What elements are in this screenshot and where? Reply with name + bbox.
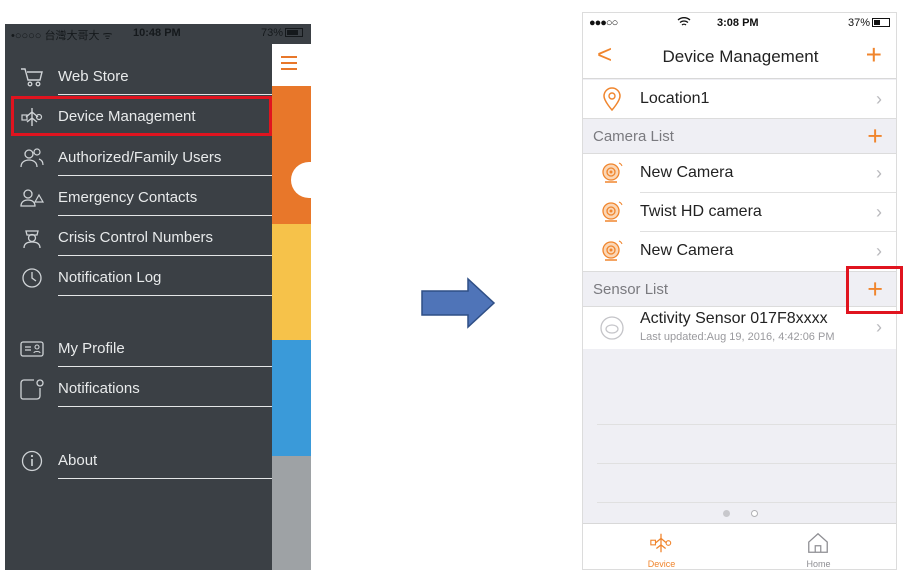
menu-item-emergency-contacts[interactable]: Emergency Contacts bbox=[5, 180, 272, 216]
profile-card-icon bbox=[20, 341, 44, 357]
menu-label: Web Store bbox=[58, 68, 129, 85]
side-menu-screen: •○○○○ 台灣大哥大 ᯤ 10:48 PM 73% Web Store Dev… bbox=[5, 24, 311, 570]
menu-item-notifications[interactable]: Notifications bbox=[5, 371, 272, 407]
sensor-last-updated: Last updated:Aug 19, 2016, 4:42:06 PM bbox=[640, 331, 835, 343]
location-pin-icon bbox=[603, 87, 621, 112]
menu-item-about[interactable]: About bbox=[5, 443, 272, 479]
battery-indicator: 37% bbox=[848, 17, 890, 29]
menu-label: Notifications bbox=[58, 380, 140, 397]
main-view-blue-tile bbox=[272, 340, 311, 456]
camera-row[interactable]: Twist HD camera › bbox=[583, 193, 896, 232]
activity-sensor-icon bbox=[600, 316, 624, 340]
officer-icon bbox=[23, 230, 41, 249]
add-location-button[interactable]: + bbox=[866, 39, 882, 71]
divider bbox=[58, 94, 272, 95]
users-icon bbox=[20, 148, 44, 168]
main-view-yellow-tile bbox=[272, 224, 311, 340]
section-title: Sensor List bbox=[593, 281, 669, 298]
divider bbox=[58, 255, 272, 256]
wifi-icon bbox=[677, 17, 691, 26]
right-arrow-icon bbox=[421, 277, 496, 329]
divider bbox=[58, 366, 272, 367]
divider bbox=[58, 406, 272, 407]
camera-list-header: Camera List + bbox=[583, 118, 896, 154]
menu-item-crisis-control[interactable]: Crisis Control Numbers bbox=[5, 220, 272, 256]
tab-home[interactable]: Home bbox=[740, 524, 896, 569]
page-indicator bbox=[583, 504, 896, 522]
chevron-right-icon: › bbox=[876, 202, 882, 222]
menu-item-authorized-users[interactable]: Authorized/Family Users bbox=[5, 140, 272, 176]
camera-label: Twist HD camera bbox=[640, 203, 762, 220]
menu-label: Authorized/Family Users bbox=[58, 149, 222, 166]
page-title: Device Management bbox=[662, 47, 819, 66]
sensor-label: Activity Sensor 017F8xxxx bbox=[640, 310, 828, 327]
carrier-label: •○○○○ 台灣大哥大 ᯤ bbox=[11, 30, 113, 42]
menu-item-notification-log[interactable]: Notification Log bbox=[5, 260, 272, 296]
menu-item-web-store[interactable]: Web Store bbox=[5, 59, 272, 95]
hamburger-menu-icon[interactable] bbox=[281, 56, 301, 71]
main-view-orange-tile bbox=[272, 86, 311, 224]
menu-label: About bbox=[58, 452, 98, 469]
status-bar: •○○○○ 台灣大哥大 ᯤ 10:48 PM 73% bbox=[5, 24, 311, 44]
divider bbox=[58, 295, 272, 296]
menu-label: Emergency Contacts bbox=[58, 189, 198, 206]
camera-label: New Camera bbox=[640, 164, 734, 181]
chevron-right-icon: › bbox=[876, 163, 882, 183]
battery-percent: 37% bbox=[847, 17, 870, 29]
status-bar: ●●●○○ 3:08 PM 37% bbox=[583, 13, 896, 33]
tutorial-figure: •○○○○ 台灣大哥大 ᯤ 10:48 PM 73% Web Store Dev… bbox=[0, 0, 907, 574]
battery-icon bbox=[872, 18, 890, 27]
status-time: 10:48 PM bbox=[133, 27, 181, 39]
chevron-right-icon: › bbox=[876, 241, 882, 261]
battery-percent: 73% bbox=[260, 27, 283, 39]
main-view-grey-tile bbox=[272, 456, 311, 570]
chevron-right-icon: › bbox=[876, 317, 882, 337]
page-dot-active[interactable] bbox=[723, 510, 731, 517]
signal-dots: ●●●○○ bbox=[589, 17, 618, 29]
tab-label: Device bbox=[647, 559, 676, 569]
device-icon bbox=[650, 533, 672, 553]
tab-label: Home bbox=[806, 559, 831, 569]
status-time: 3:08 PM bbox=[717, 17, 759, 29]
clock-icon bbox=[22, 268, 42, 288]
camera-icon bbox=[602, 201, 623, 222]
info-icon bbox=[21, 450, 43, 472]
battery-indicator: 73% bbox=[261, 27, 303, 39]
highlight-device-management bbox=[11, 96, 272, 136]
home-icon bbox=[808, 532, 828, 553]
divider bbox=[58, 478, 272, 479]
nav-bar: < Device Management + bbox=[583, 33, 896, 79]
location-label: Location1 bbox=[640, 90, 710, 107]
tab-bar: Device Home bbox=[583, 523, 896, 569]
battery-icon bbox=[285, 28, 303, 37]
divider bbox=[58, 175, 272, 176]
menu-label: Crisis Control Numbers bbox=[58, 229, 214, 246]
highlight-add-sensor bbox=[846, 266, 903, 314]
notification-icon bbox=[20, 379, 44, 400]
tab-device[interactable]: Device bbox=[583, 524, 740, 569]
camera-icon bbox=[602, 240, 623, 261]
add-camera-button[interactable]: + bbox=[867, 121, 883, 152]
camera-row[interactable]: New Camera › bbox=[583, 154, 896, 193]
chevron-right-icon: › bbox=[876, 89, 882, 109]
camera-icon bbox=[602, 162, 623, 183]
menu-label: My Profile bbox=[58, 340, 125, 357]
background-main-view[interactable] bbox=[272, 44, 311, 570]
menu-item-my-profile[interactable]: My Profile bbox=[5, 331, 272, 367]
page-dot[interactable] bbox=[750, 510, 758, 517]
camera-label: New Camera bbox=[640, 242, 734, 259]
cart-icon bbox=[21, 68, 43, 87]
section-title: Camera List bbox=[593, 128, 674, 145]
divider bbox=[58, 215, 272, 216]
empty-list-area bbox=[597, 386, 896, 503]
contacts-alert-icon bbox=[20, 189, 45, 207]
menu-label: Notification Log bbox=[58, 269, 162, 286]
location-row[interactable]: Location1 › bbox=[583, 80, 896, 119]
